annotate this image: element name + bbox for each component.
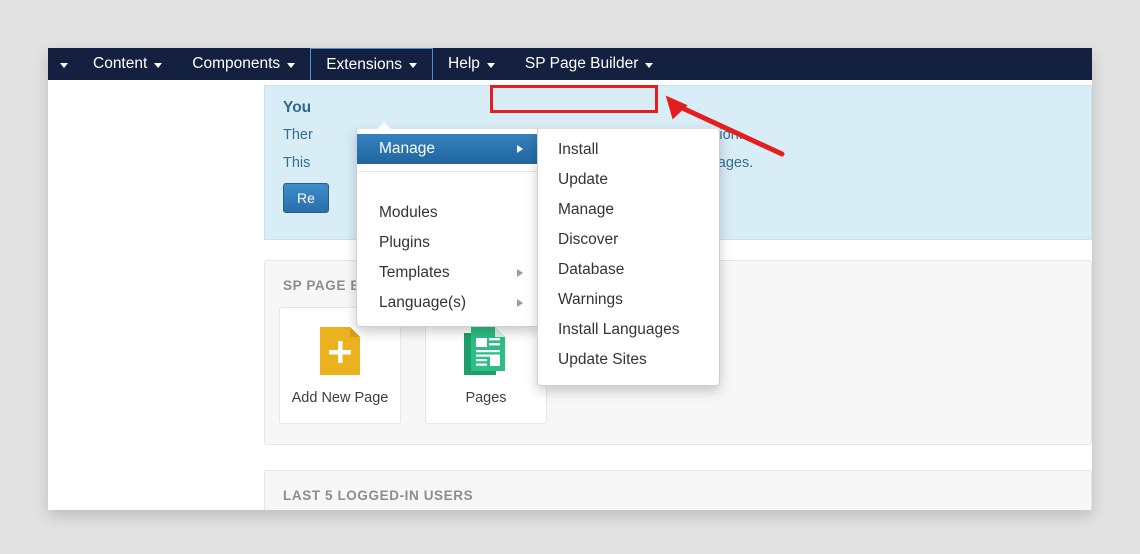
submenu-item-label: Discover <box>558 229 618 251</box>
chevron-right-icon <box>517 299 523 307</box>
menubar-item-content[interactable]: Content <box>78 48 177 80</box>
manage-submenu: Install Update Manage Discover Database … <box>537 128 720 386</box>
menubar-item-components[interactable]: Components <box>177 48 310 80</box>
caret-down-icon <box>487 63 495 68</box>
chevron-right-icon <box>517 269 523 277</box>
caret-down-icon <box>645 63 653 68</box>
admin-menubar: Content Components Extensions Help SP Pa… <box>48 48 1092 80</box>
menu-item-label: Templates <box>379 262 450 284</box>
menubar-item-label: SP Page Builder <box>525 56 638 72</box>
submenu-item-update-sites[interactable]: Update Sites <box>538 345 719 375</box>
admin-window: Content Components Extensions Help SP Pa… <box>48 48 1092 510</box>
alert-review-button[interactable]: Re <box>283 183 329 213</box>
alert-line-2-start: This <box>283 155 310 171</box>
pages-icon <box>462 325 510 377</box>
menu-item-modules[interactable]: Modules <box>357 198 539 228</box>
submenu-item-label: Manage <box>558 199 614 221</box>
dropdown-nub <box>376 122 392 130</box>
submenu-item-label: Warnings <box>558 289 623 311</box>
caret-down-icon <box>287 63 295 68</box>
submenu-item-label: Install <box>558 139 599 161</box>
submenu-item-label: Database <box>558 259 624 281</box>
submenu-item-label: Install Languages <box>558 319 680 341</box>
menu-separator <box>357 171 539 172</box>
menubar-item-label: Extensions <box>326 57 402 73</box>
screenshot-stage: Content Components Extensions Help SP Pa… <box>0 0 1140 554</box>
menubar-home-toggle[interactable] <box>48 48 78 80</box>
menu-item-languages[interactable]: Language(s) <box>357 288 539 318</box>
menu-spacer <box>357 178 539 198</box>
tile-label: Pages <box>465 390 506 406</box>
menubar-item-label: Help <box>448 56 480 72</box>
tile-label: Add New Page <box>292 390 389 406</box>
submenu-item-install[interactable]: Install <box>538 135 719 165</box>
menu-item-templates[interactable]: Templates <box>357 258 539 288</box>
submenu-item-label: Update <box>558 169 608 191</box>
add-page-icon <box>316 325 364 377</box>
caret-down-icon <box>409 63 417 68</box>
submenu-item-install-languages[interactable]: Install Languages <box>538 315 719 345</box>
extensions-dropdown-menu: Manage Modules Plugins Templates Languag… <box>356 128 540 327</box>
menubar-item-label: Components <box>192 56 280 72</box>
alert-title: You <box>283 99 1073 117</box>
menu-item-label: Language(s) <box>379 292 466 314</box>
submenu-item-manage[interactable]: Manage <box>538 195 719 225</box>
alert-line-1-start: Ther <box>283 127 313 143</box>
menubar-item-sp-page-builder[interactable]: SP Page Builder <box>510 48 668 80</box>
menu-item-label: Plugins <box>379 232 430 254</box>
menubar-item-extensions[interactable]: Extensions <box>310 48 433 80</box>
submenu-item-update[interactable]: Update <box>538 165 719 195</box>
caret-down-icon <box>154 63 162 68</box>
submenu-item-label: Update Sites <box>558 349 647 371</box>
last-logged-in-users-widget: LAST 5 LOGGED-IN USERS <box>264 470 1092 510</box>
menu-item-plugins[interactable]: Plugins <box>357 228 539 258</box>
submenu-item-database[interactable]: Database <box>538 255 719 285</box>
submenu-item-discover[interactable]: Discover <box>538 225 719 255</box>
menu-item-label: Modules <box>379 202 438 224</box>
caret-down-icon <box>60 63 68 68</box>
submenu-item-warnings[interactable]: Warnings <box>538 285 719 315</box>
menubar-item-label: Content <box>93 56 147 72</box>
menu-item-label: Manage <box>379 138 435 160</box>
menubar-item-help[interactable]: Help <box>433 48 510 80</box>
widget-title: LAST 5 LOGGED-IN USERS <box>265 471 1091 503</box>
chevron-right-icon <box>517 145 523 153</box>
menu-item-manage[interactable]: Manage <box>357 134 539 164</box>
